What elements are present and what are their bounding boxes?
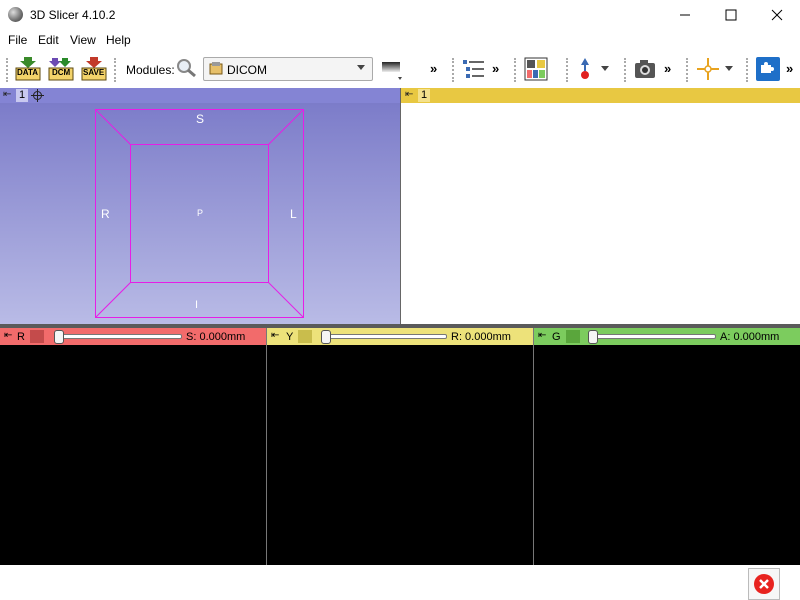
- module-list-button[interactable]: [462, 58, 486, 83]
- green-slice-offset-slider[interactable]: [590, 334, 716, 339]
- toolbar-grip[interactable]: [686, 58, 691, 82]
- orientation-label-posterior: P: [197, 208, 204, 218]
- toolbar-grip[interactable]: [514, 58, 519, 82]
- red-slice-slider-handle[interactable]: [54, 330, 64, 344]
- yellow-slice-offset-slider[interactable]: [323, 334, 447, 339]
- green-slice-name: G: [552, 331, 561, 343]
- red-slice-view[interactable]: [0, 345, 266, 565]
- error-icon: [754, 574, 774, 594]
- save-label: SAVE: [83, 68, 105, 77]
- chevron-down-icon[interactable]: [725, 66, 733, 71]
- fiducial-arrow-icon: [581, 58, 589, 79]
- chart-view-label: 1: [418, 89, 430, 102]
- menu-file[interactable]: File: [8, 33, 27, 47]
- link-icon[interactable]: [30, 330, 44, 343]
- minimize-icon: [680, 14, 690, 16]
- error-log-button[interactable]: [748, 568, 780, 600]
- pin-icon[interactable]: ⇤: [538, 330, 546, 341]
- toolbar-grip[interactable]: [624, 58, 629, 82]
- red-slice-name: R: [17, 331, 25, 343]
- menu-view[interactable]: View: [70, 33, 96, 47]
- red-slice-offset: S: 0.000mm: [186, 331, 246, 343]
- module-search-button[interactable]: [176, 58, 198, 81]
- slice-splitter[interactable]: [266, 328, 267, 565]
- toolbar-grip[interactable]: [452, 58, 457, 82]
- toolbar-grip[interactable]: [566, 58, 571, 82]
- menu-help[interactable]: Help: [106, 33, 131, 47]
- camera-icon: [635, 60, 655, 78]
- crosshair-button[interactable]: [696, 57, 720, 84]
- chart-view-controller-bar: [401, 88, 800, 103]
- extension-manager-button[interactable]: [756, 57, 780, 81]
- minimize-button[interactable]: [662, 0, 708, 30]
- green-slice-slider-handle[interactable]: [588, 330, 598, 344]
- orientation-label-left: L: [290, 207, 297, 221]
- yellow-slice-slider-handle[interactable]: [321, 330, 331, 344]
- extension-puzzle-icon: [761, 62, 774, 73]
- load-data-label: DATA: [17, 68, 39, 77]
- view-splitter-vertical[interactable]: [400, 88, 401, 326]
- toolbar-overflow-button[interactable]: »: [664, 61, 671, 76]
- link-icon[interactable]: [566, 330, 580, 343]
- orientation-label-inferior: I: [195, 299, 199, 311]
- orientation-label-superior: S: [196, 112, 205, 126]
- orientation-label-right: R: [101, 207, 110, 221]
- toolbar-grip[interactable]: [6, 58, 11, 82]
- modules-label: Modules:: [126, 63, 175, 77]
- yellow-slice-view[interactable]: [267, 345, 533, 565]
- pin-icon[interactable]: ⇤: [405, 89, 413, 100]
- green-slice-view[interactable]: [534, 345, 800, 565]
- view3d-controller-bar: [0, 88, 400, 103]
- screenshot-button[interactable]: [634, 58, 656, 83]
- toolbar-grip[interactable]: [746, 58, 751, 82]
- chevron-down-icon[interactable]: [601, 66, 609, 71]
- layout-button[interactable]: [524, 57, 548, 84]
- yellow-slice-offset: R: 0.000mm: [451, 331, 511, 343]
- chevron-down-icon: [357, 65, 365, 70]
- yellow-slice-name: Y: [286, 331, 294, 343]
- dicom-module-icon: [209, 61, 223, 78]
- status-bar: [0, 565, 800, 600]
- load-dicom-label: DCM: [52, 68, 71, 77]
- green-slice-offset: A: 0.000mm: [720, 331, 780, 343]
- module-selector-value: DICOM: [227, 63, 267, 77]
- maximize-icon: [725, 9, 737, 21]
- close-button[interactable]: [754, 0, 800, 30]
- mouse-mode-button[interactable]: [576, 57, 596, 84]
- toolbar-grip[interactable]: [114, 58, 119, 82]
- close-icon: [771, 9, 783, 21]
- window-level-icon: [382, 62, 402, 80]
- toolbar-overflow-button[interactable]: »: [492, 61, 499, 76]
- window-level-button[interactable]: [382, 60, 404, 85]
- toolbar-overflow-button[interactable]: »: [430, 61, 437, 76]
- window-title: 3D Slicer 4.10.2: [30, 8, 116, 22]
- layout-grid-icon: [524, 57, 548, 81]
- pin-icon[interactable]: ⇤: [271, 330, 279, 341]
- view3d-canvas[interactable]: S I R L P: [0, 103, 400, 324]
- view3d-label: 1: [16, 89, 28, 102]
- magnifier-icon: [177, 59, 196, 78]
- chart-view-canvas[interactable]: [401, 103, 800, 324]
- slice-splitter[interactable]: [533, 328, 534, 565]
- toolbar-overflow-button[interactable]: »: [786, 61, 793, 76]
- center-target-icon: [31, 89, 44, 102]
- pin-icon[interactable]: ⇤: [3, 89, 11, 100]
- crosshair-icon: [697, 58, 719, 80]
- maximize-button[interactable]: [708, 0, 754, 30]
- list-tree-icon: [463, 60, 484, 78]
- menu-edit[interactable]: Edit: [38, 33, 59, 47]
- link-icon[interactable]: [298, 330, 312, 343]
- red-slice-offset-slider[interactable]: [56, 334, 182, 339]
- pin-icon[interactable]: ⇤: [4, 330, 12, 341]
- slicer-logo-icon: [8, 7, 23, 22]
